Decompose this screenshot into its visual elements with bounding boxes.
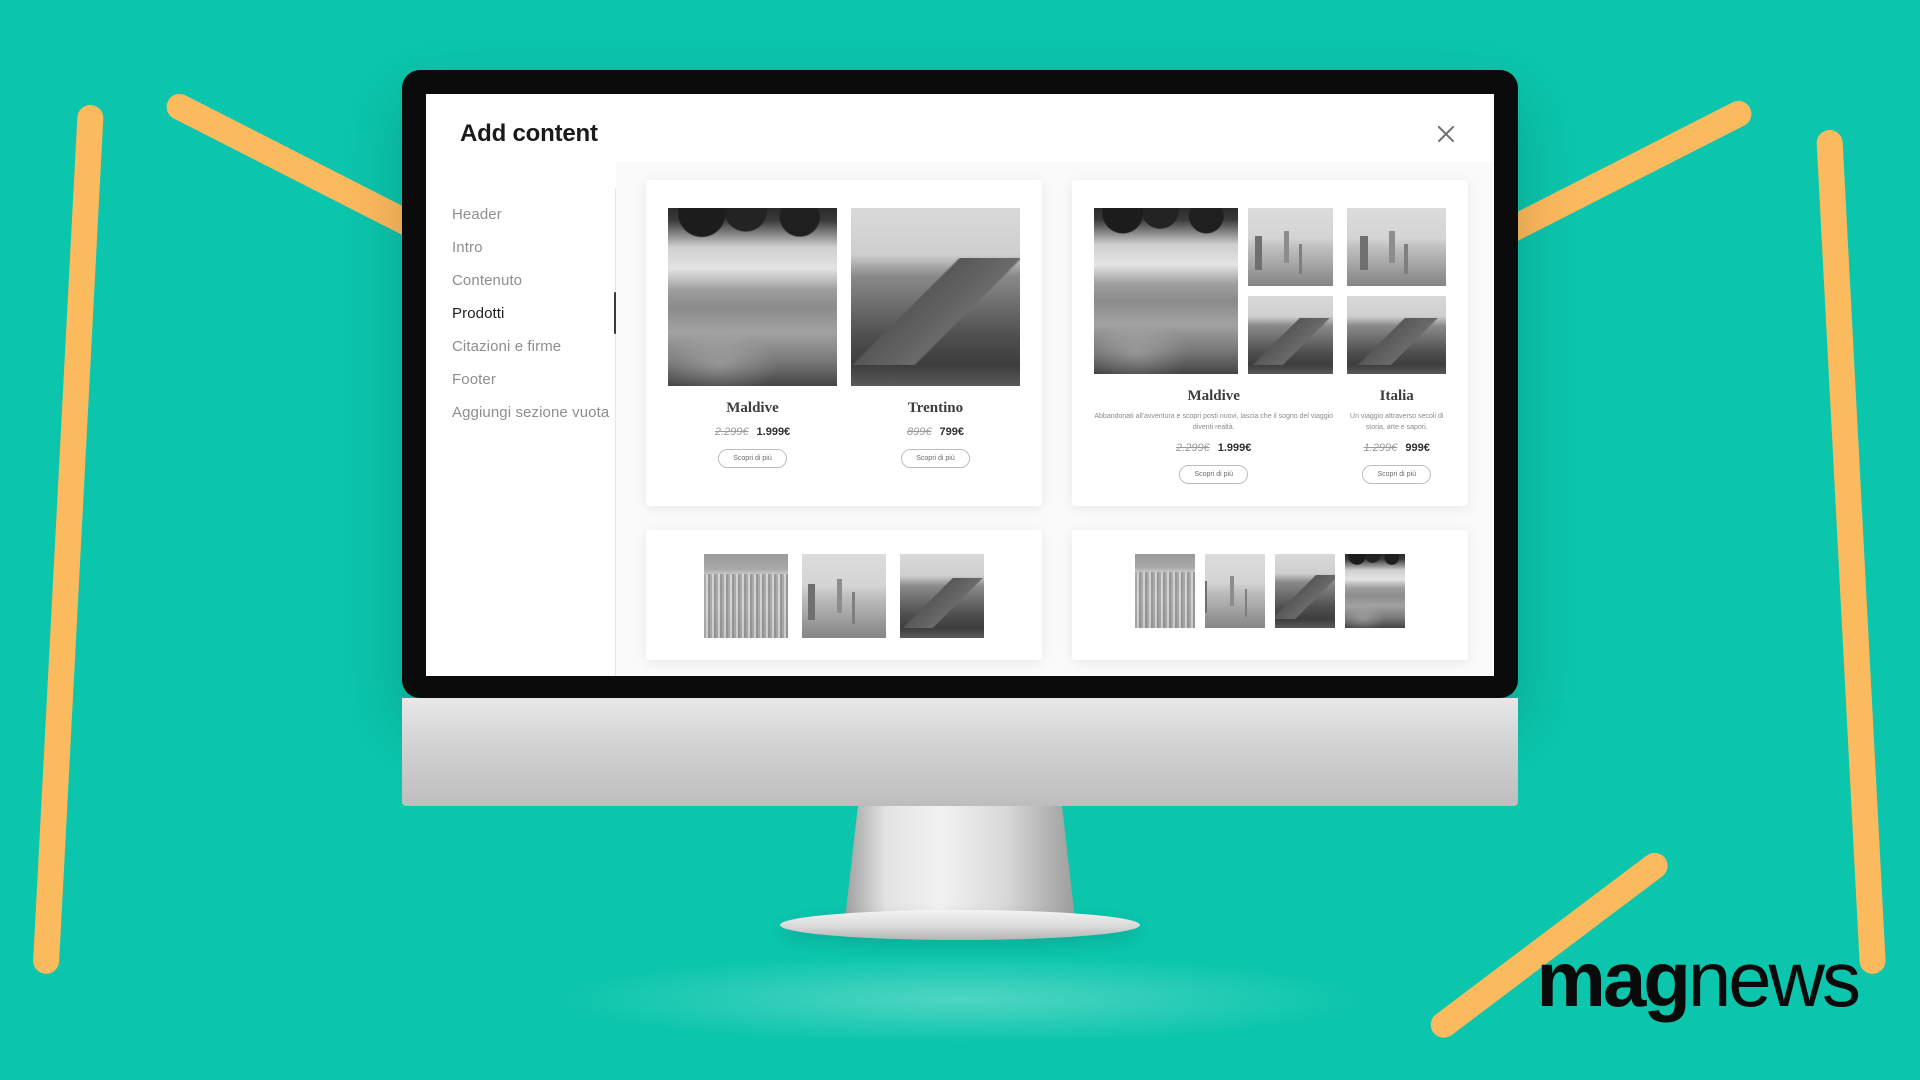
logo-mag: mag [1536, 935, 1691, 1023]
logo-news: news [1687, 935, 1861, 1023]
template-card-two-products-simple[interactable]: Maldive 2.299€ 1.999€ Scopri di più Tren… [646, 180, 1042, 506]
product-image [1247, 208, 1334, 286]
product-cta-button[interactable]: Scopri di più [901, 449, 970, 468]
product-image [1347, 208, 1446, 286]
gallery-image [1275, 554, 1335, 628]
template-columns: Maldive 2.299€ 1.999€ Scopri di più Tren… [668, 208, 1020, 468]
sidebar: Header Intro Contenuto Prodotti Citazion… [426, 162, 617, 676]
product-price-old: 2.299€ [714, 426, 749, 438]
monitor-glow [550, 954, 1370, 1044]
monitor-chin [402, 698, 1518, 806]
product-image [668, 208, 837, 386]
monitor-stand [402, 698, 1518, 1044]
template-card-three-image-gallery[interactable] [646, 530, 1042, 660]
page-title: Add content [460, 120, 598, 147]
product-image-main [1094, 208, 1238, 374]
product-price: 899€ 799€ [851, 426, 1020, 438]
product-price-old: 2.299€ [1176, 442, 1210, 454]
product-column: Italia Un viaggio attraverso secoli di s… [1347, 208, 1446, 484]
product-price: 2.299€ 1.999€ [1094, 442, 1333, 454]
product-price-new: 1.999€ [756, 426, 791, 438]
gallery-row [668, 554, 1020, 638]
product-image-mosaic [1094, 208, 1334, 374]
sidebar-item-footer[interactable]: Footer [452, 363, 616, 396]
gallery-image [802, 554, 886, 638]
product-price-old: 899€ [906, 426, 932, 438]
product-price: 2.299€ 1.999€ [668, 426, 837, 438]
product-column: Maldive 2.299€ 1.999€ Scopri di più [668, 208, 837, 468]
template-card-four-image-gallery[interactable] [1072, 530, 1468, 660]
sidebar-item-contenuto[interactable]: Contenuto [452, 264, 616, 297]
gallery-image [900, 554, 984, 638]
product-price-old: 1.299€ [1363, 442, 1398, 454]
gallery-row [1094, 554, 1446, 628]
product-title: Trentino [907, 400, 964, 416]
product-image [1094, 208, 1238, 374]
gallery-image [704, 554, 788, 638]
product-image [1347, 296, 1446, 374]
monitor-bezel: Add content Header Intro Contenuto Prodo… [402, 70, 1518, 698]
product-image [851, 208, 1020, 386]
decor-stroke-left-vertical [32, 104, 104, 975]
gallery-image [1345, 554, 1405, 628]
template-columns: Maldive Abbandonati all'avventura e scop… [1094, 208, 1446, 484]
product-image [1247, 296, 1334, 374]
add-content-dialog: Add content Header Intro Contenuto Prodo… [426, 94, 1494, 676]
monitor-screen: Add content Header Intro Contenuto Prodo… [426, 94, 1494, 676]
sidebar-item-intro[interactable]: Intro [452, 231, 616, 264]
product-column: Trentino 899€ 799€ Scopri di più [851, 208, 1020, 468]
product-description: Un viaggio attraverso secoli di storia, … [1350, 413, 1444, 431]
sidebar-item-header[interactable]: Header [452, 198, 616, 231]
monitor-mockup: Add content Header Intro Contenuto Prodo… [402, 70, 1518, 1044]
product-title: Italia [1379, 388, 1414, 404]
close-icon[interactable] [1432, 120, 1460, 148]
product-column: Maldive Abbandonati all'avventura e scop… [1094, 208, 1334, 484]
monitor-foot [780, 910, 1140, 940]
template-gallery: Maldive 2.299€ 1.999€ Scopri di più Tren… [616, 162, 1494, 676]
sidebar-item-prodotti[interactable]: Prodotti [452, 297, 616, 330]
dialog-body: Header Intro Contenuto Prodotti Citazion… [426, 162, 1494, 676]
template-card-two-products-described[interactable]: Maldive Abbandonati all'avventura e scop… [1072, 180, 1468, 506]
product-title: Maldive [726, 400, 779, 416]
sidebar-item-citazioni[interactable]: Citazioni e firme [452, 330, 616, 363]
product-price-new: 1.999€ [1217, 442, 1252, 454]
product-image-stack [1247, 208, 1334, 374]
product-price-new: 799€ [939, 426, 965, 438]
product-description: Abbandonati all'avventura e scopri posti… [1094, 413, 1334, 431]
product-cta-button[interactable]: Scopri di più [1362, 465, 1431, 484]
product-cta-button[interactable]: Scopri di più [718, 449, 787, 468]
product-price: 1.299€ 999€ [1347, 442, 1446, 454]
product-title: Maldive [1187, 388, 1240, 404]
product-cta-button[interactable]: Scopri di più [1179, 465, 1248, 484]
gallery-image [1135, 554, 1195, 628]
sidebar-item-sezione-vuota[interactable]: Aggiungi sezione vuota [452, 396, 616, 429]
dialog-header: Add content [426, 94, 1494, 162]
gallery-image [1205, 554, 1265, 628]
magnews-logo: magnews [1537, 940, 1861, 1018]
product-price-new: 999€ [1405, 442, 1430, 454]
decor-stroke-right-vertical [1816, 129, 1887, 975]
